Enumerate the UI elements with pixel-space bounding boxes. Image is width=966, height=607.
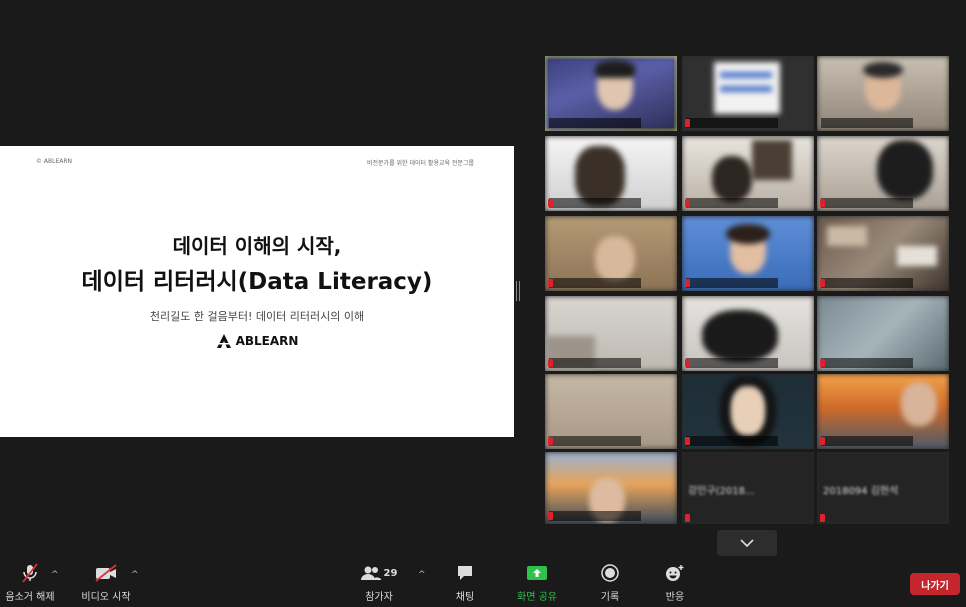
participant-tile[interactable] [545,452,677,524]
participant-tile[interactable] [817,216,949,291]
slide-brand: ABLEARN [0,334,514,348]
participant-tile[interactable] [682,296,814,371]
chevron-down-icon [740,539,754,547]
participant-tile[interactable] [682,374,814,449]
participants-icon [360,566,381,580]
slide-tagline: 비전문가를 위한 데이터 활용교육 전문그룹 [367,160,474,167]
slide-subtitle: 천리길도 한 걸음부터! 데이터 리터러시의 이해 [149,310,365,323]
participants-button[interactable]: 29 참가자 [354,561,404,607]
participant-tile[interactable]: 2018094 김현석 [817,452,949,524]
participant-tile[interactable] [545,374,677,449]
shared-screen: © ABLEARN 비전문가를 위한 데이터 활용교육 전문그룹 데이터 이해의… [0,146,514,437]
reactions-label: 반응 [665,592,685,603]
participant-tile[interactable]: 강민구(2018... [682,452,814,524]
unmute-label: 음소거 해제 [5,592,55,603]
slide-copyright: © ABLEARN [36,158,73,165]
slide-title-line2: 데이터 리터러시(Data Literacy) [81,269,433,295]
participant-tile[interactable] [545,296,677,371]
chat-icon [458,566,472,580]
meeting-window: © ABLEARN 비전문가를 위한 데이터 활용교육 전문그룹 데이터 이해의… [0,0,966,607]
participant-tile[interactable] [545,56,677,131]
participant-tile[interactable] [545,136,677,211]
split-view-handle[interactable] [516,281,520,301]
slide-title-line1: 데이터 이해의 시작, [172,234,342,258]
video-options-caret[interactable]: ^ [131,570,139,580]
record-icon [601,564,619,582]
participant-tile[interactable] [682,216,814,291]
participant-gallery: 강민구(2018... 2018094 김현석 [545,56,951,526]
record-button[interactable]: 기록 [591,561,629,607]
participants-label: 참가자 [365,592,393,603]
participants-options-caret[interactable]: ^ [418,570,426,580]
unmute-button[interactable]: 음소거 해제 [2,561,58,607]
ablearn-logo-icon [216,334,231,348]
share-screen-button[interactable]: 화면 공유 [510,561,564,607]
gallery-more-button[interactable] [717,530,777,556]
chat-label: 채팅 [455,592,475,603]
participants-count: 29 [383,567,398,579]
reactions-button[interactable]: 반응 [656,561,694,607]
camera-off-icon [95,564,117,582]
meeting-toolbar: 음소거 해제 ^ 비디오 시작 ^ 29 참가자 ^ 채팅 화면 공유 기록 반… [0,561,966,607]
participant-tile[interactable] [817,136,949,211]
chat-button[interactable]: 채팅 [446,561,484,607]
leave-meeting-button[interactable]: 나가기 [910,573,960,595]
participant-tile[interactable] [682,56,814,131]
record-label: 기록 [600,592,620,603]
mic-muted-icon [22,563,38,583]
start-video-button[interactable]: 비디오 시작 [78,561,134,607]
share-screen-icon [527,566,547,580]
start-video-label: 비디오 시작 [81,592,131,603]
share-screen-label: 화면 공유 [517,592,557,603]
participant-tile[interactable] [817,374,949,449]
participant-name: 강민구(2018... [688,486,755,497]
slide-brand-text: ABLEARN [235,334,299,348]
participant-tile[interactable] [817,296,949,371]
audio-options-caret[interactable]: ^ [51,570,59,580]
participant-tile[interactable] [545,216,677,291]
participant-tile[interactable] [817,56,949,131]
participant-name: 2018094 김현석 [823,486,899,497]
participant-tile[interactable] [682,136,814,211]
emoji-add-icon [666,565,684,581]
